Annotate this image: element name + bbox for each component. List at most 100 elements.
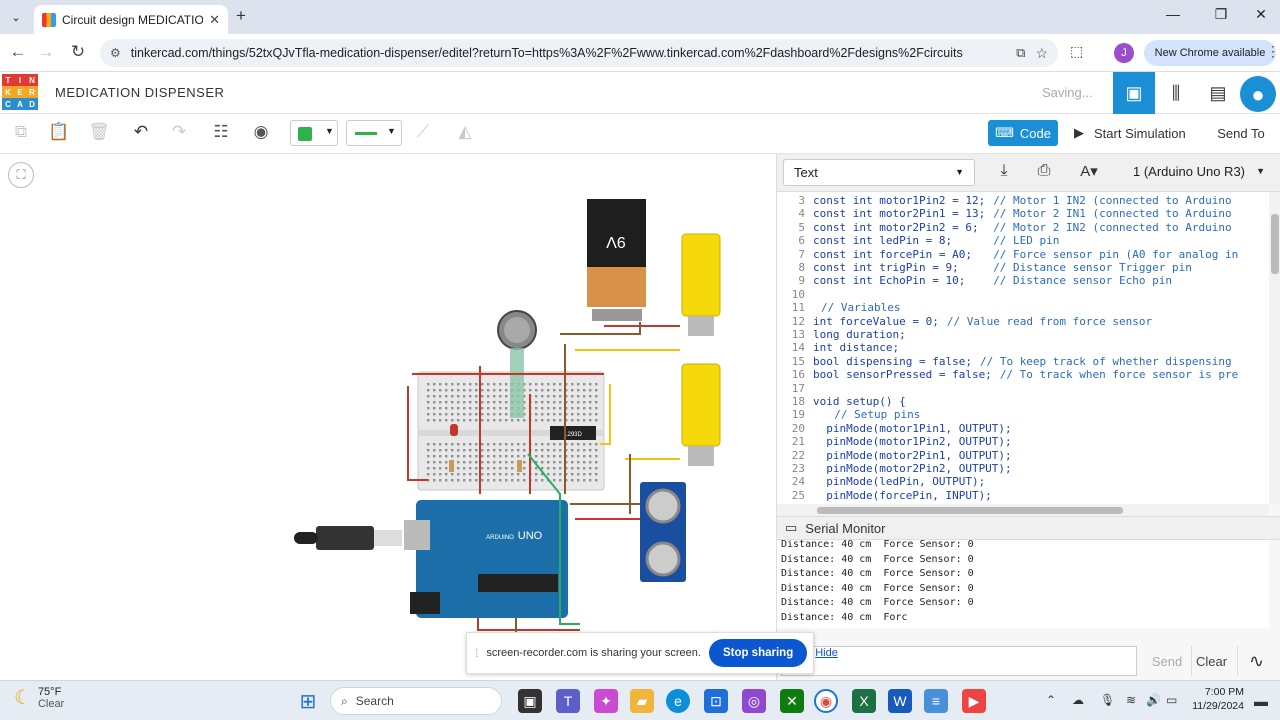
code-line[interactable]: 7 const int forcePin = A0; // Force senso… <box>777 248 1238 261</box>
code-line[interactable]: 18 void setup() { <box>777 395 914 408</box>
code-line[interactable]: 12 int forceValue = 0; // Value read from … <box>777 315 1152 328</box>
usb-cable[interactable] <box>316 526 374 550</box>
close-window-icon[interactable]: ✕ <box>1238 6 1280 23</box>
extensions-icon[interactable]: ⬚ <box>1070 43 1083 60</box>
code-line[interactable]: 17 <box>777 382 821 395</box>
serial-send-button[interactable]: Send <box>1147 646 1187 676</box>
chrome-icon[interactable]: ◉ <box>814 689 838 713</box>
edge-icon[interactable]: e <box>666 689 690 713</box>
delete-icon[interactable]: 🗑 <box>86 122 112 146</box>
code-line[interactable]: 11 // Variables <box>777 301 901 314</box>
network-cloud-icon[interactable]: ☁ <box>1072 693 1084 707</box>
led[interactable] <box>450 424 458 436</box>
tab-search-icon[interactable]: ⌄ <box>6 8 26 28</box>
address-bar[interactable]: ⚙ tinkercad.com/things/52txQJvTfla-medic… <box>100 39 1058 67</box>
microphone-icon[interactable]: 🎙 <box>1100 693 1115 707</box>
circuit-view-icon[interactable]: ▣ <box>1113 72 1155 114</box>
store-icon[interactable]: ⊡ <box>704 689 728 713</box>
motor-1[interactable] <box>681 233 721 317</box>
code-line[interactable]: 6 const int ledPin = 8; // LED pin <box>777 234 1059 247</box>
serial-monitor-header[interactable]: ▭ Serial Monitor <box>777 516 1280 540</box>
schematic-view-icon[interactable]: ⫼ <box>1155 72 1197 114</box>
code-line[interactable]: 23 pinMode(motor2Pin2, OUTPUT); <box>777 462 1020 475</box>
code-line[interactable]: 20 pinMode(motor1Pin1, OUTPUT); <box>777 422 1020 435</box>
drag-handle-icon[interactable]: ⁞ <box>475 646 478 660</box>
code-line[interactable]: 25 pinMode(forcePin, INPUT); <box>777 489 1000 502</box>
profile-avatar[interactable]: J <box>1114 43 1134 63</box>
code-line[interactable]: 14 int distance; <box>777 341 907 354</box>
code-editor[interactable]: 3 const int motor1Pin2 = 12; // Motor 1 IN… <box>777 192 1269 504</box>
volume-icon[interactable]: 🔊 <box>1146 693 1161 707</box>
battery-9v[interactable] <box>587 199 646 267</box>
bookmark-star-icon[interactable]: ☆ <box>1035 45 1048 62</box>
code-mode-dropdown[interactable]: Text ▼ <box>783 159 975 186</box>
site-info-icon[interactable]: ⚙ <box>110 46 121 60</box>
clock[interactable]: 7:00 PM 11/29/2024 <box>1190 685 1244 713</box>
hide-link[interactable]: Hide <box>815 647 838 659</box>
download-icon[interactable]: ⤓ <box>991 162 1017 180</box>
notes-icon[interactable]: ☷ <box>208 122 234 146</box>
serial-clear-button[interactable]: Clear <box>1191 646 1231 676</box>
code-line[interactable]: 3 const int motor1Pin2 = 12; // Motor 1 IN… <box>777 194 1231 207</box>
install-app-icon[interactable]: ⧉ <box>1016 45 1025 61</box>
resistor[interactable] <box>517 460 522 472</box>
taskbar-search[interactable]: ⌕ Search <box>330 687 502 715</box>
teams-icon[interactable]: T <box>556 689 580 713</box>
new-tab-icon[interactable]: + <box>236 6 246 26</box>
back-icon[interactable]: ← <box>6 42 30 62</box>
design-name[interactable]: MEDICATION DISPENSER <box>55 85 224 100</box>
circuit-canvas[interactable]: ⛶ L293D 9V UNO ARDUINO <box>0 154 776 680</box>
send-to-button[interactable]: Send To <box>1206 120 1276 146</box>
code-line[interactable]: 8 const int trigPin = 9; // Distance sens… <box>777 261 1192 274</box>
minimize-icon[interactable]: — <box>1150 6 1196 22</box>
stop-sharing-button[interactable]: Stop sharing <box>708 639 808 667</box>
chrome-menu-icon[interactable]: ⋮ <box>1266 43 1280 60</box>
show-hidden-icons[interactable]: ⌃ <box>1046 693 1056 707</box>
reload-icon[interactable]: ↻ <box>66 42 90 62</box>
task-view-icon[interactable]: ▣ <box>518 689 542 713</box>
copilot-icon[interactable]: ✦ <box>594 689 618 713</box>
redo-icon[interactable]: ↷ <box>166 122 192 146</box>
word-icon[interactable]: W <box>888 689 912 713</box>
notepad-icon[interactable]: ≡ <box>924 689 948 713</box>
forward-icon[interactable]: → <box>34 42 58 62</box>
paste-icon[interactable]: 📋 <box>46 122 72 146</box>
view-notes-icon[interactable]: ◉ <box>248 122 274 146</box>
app-icon[interactable]: ▶ <box>962 689 986 713</box>
tab-close-icon[interactable]: ✕ <box>209 12 220 28</box>
notifications-icon[interactable]: ▬ <box>1254 693 1268 709</box>
code-line[interactable]: 13 long duration; <box>777 328 914 341</box>
scrollbar-thumb[interactable] <box>817 507 1123 514</box>
color-dropdown[interactable]: ▼ <box>290 120 338 146</box>
editor-vertical-scrollbar[interactable] <box>1269 192 1280 504</box>
code-line[interactable]: 21 pinMode(motor1Pin2, OUTPUT); <box>777 435 1020 448</box>
app-icon[interactable]: ◎ <box>742 689 766 713</box>
windows-start-icon[interactable]: ⊞ <box>296 689 320 713</box>
file-explorer-icon[interactable]: ▰ <box>630 689 654 713</box>
code-line[interactable]: 19 // Setup pins <box>777 408 921 421</box>
browser-tab[interactable]: Circuit design MEDICATION DIS ✕ <box>34 5 228 34</box>
motor-2[interactable] <box>681 363 721 447</box>
font-size-icon[interactable]: A▾ <box>1069 162 1109 180</box>
tinkercad-logo[interactable]: TIN KER CAD <box>2 74 38 110</box>
resistor[interactable] <box>449 460 454 472</box>
code-line[interactable]: 9 const int EchoPin = 10; // Distance sen… <box>777 274 1172 287</box>
code-line[interactable]: 5 const int motor2Pin2 = 6; // Motor 2 IN… <box>777 221 1231 234</box>
code-button[interactable]: ⌨ Code <box>988 120 1058 146</box>
serial-graph-icon[interactable]: ∿ <box>1237 646 1275 676</box>
code-line[interactable]: 16 bool sensorPressed = false; // To track… <box>777 368 1238 381</box>
start-simulation-button[interactable]: ▶ Start Simulation <box>1068 120 1192 146</box>
wifi-icon[interactable]: ≋ <box>1126 693 1136 707</box>
battery-icon[interactable]: ▭ <box>1166 693 1177 707</box>
component-list-icon[interactable]: ▤ <box>1197 72 1239 114</box>
new-chrome-available-button[interactable]: New Chrome available <box>1144 40 1276 66</box>
code-line[interactable]: 4 const int motor2Pin1 = 13; // Motor 2 IN… <box>777 207 1231 220</box>
code-line[interactable]: 10 <box>777 288 821 301</box>
board-dropdown[interactable]: 1 (Arduino Uno R3) ▼ <box>1123 159 1273 186</box>
xbox-icon[interactable]: ✕ <box>780 689 804 713</box>
wire-type-dropdown[interactable]: ▼ <box>346 120 402 146</box>
excel-icon[interactable]: X <box>852 689 876 713</box>
user-avatar-icon[interactable]: ● <box>1240 76 1276 112</box>
editor-horizontal-scrollbar[interactable] <box>777 504 1269 516</box>
code-line[interactable]: 15 bool dispensing = false; // To keep tra… <box>777 355 1232 368</box>
